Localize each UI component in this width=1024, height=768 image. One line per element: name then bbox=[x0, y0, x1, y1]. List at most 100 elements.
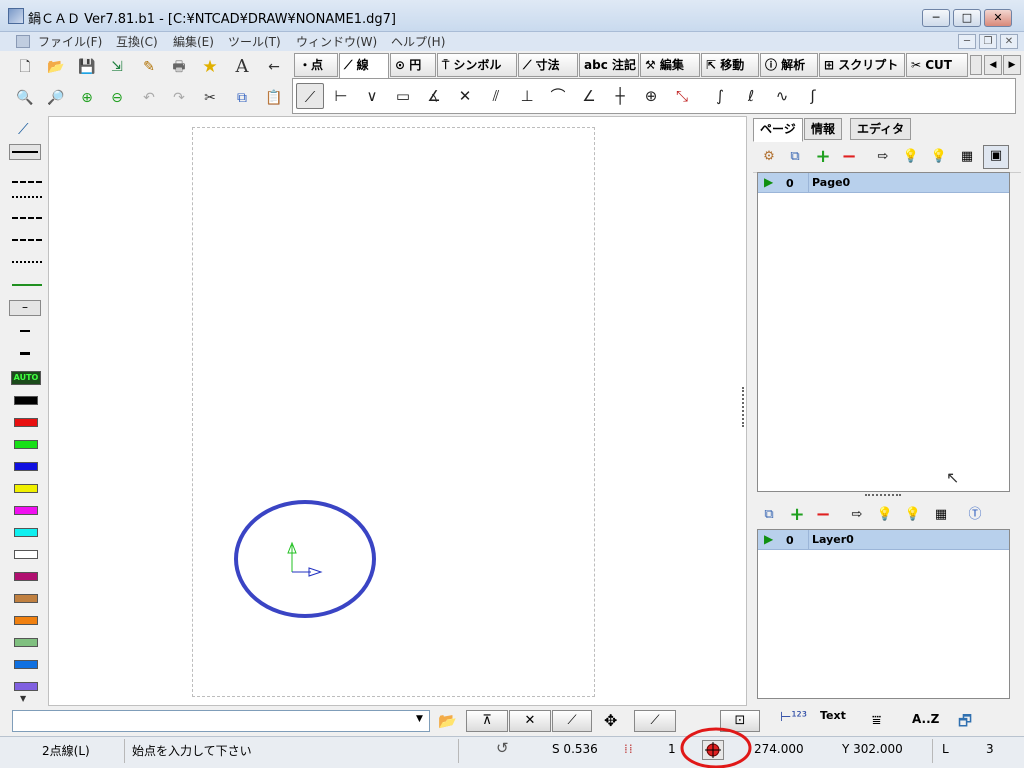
color-swatch[interactable] bbox=[14, 440, 38, 449]
back-arrow-icon[interactable]: ← bbox=[263, 56, 285, 78]
auto-color-button[interactable]: AUTO bbox=[11, 371, 41, 385]
solid-line-style[interactable] bbox=[9, 144, 41, 160]
layer-add-icon[interactable]: + bbox=[787, 505, 807, 525]
tab-edit[interactable]: ⚒ 編集 bbox=[640, 53, 700, 77]
save-icon[interactable]: 💾 bbox=[76, 56, 98, 78]
menu-file[interactable]: ファイル(F) bbox=[38, 33, 102, 50]
palette-scroll-down-icon[interactable]: ▼ bbox=[20, 694, 26, 703]
angle-line-icon[interactable]: ∡ bbox=[420, 83, 448, 109]
color-swatch[interactable] bbox=[14, 682, 38, 691]
tab-overflow[interactable] bbox=[970, 55, 982, 75]
two-point-line-icon[interactable]: ⟋ bbox=[296, 83, 324, 109]
layer-row[interactable]: ▶ 0 Layer0 bbox=[758, 530, 1009, 550]
horizontal-line-icon[interactable]: ⊢ bbox=[327, 83, 355, 109]
tab-script[interactable]: ⊞ スクリプト bbox=[819, 53, 905, 77]
color-swatch[interactable] bbox=[14, 594, 38, 603]
open-folder-icon[interactable]: 📂 bbox=[45, 56, 67, 78]
splitter-grip[interactable] bbox=[742, 387, 744, 427]
color-swatch[interactable] bbox=[14, 484, 38, 493]
menu-compat[interactable]: 互換(C) bbox=[116, 33, 158, 50]
window-icon[interactable]: 🗗 bbox=[958, 711, 972, 736]
rotate-icon[interactable]: ↺ bbox=[496, 739, 509, 757]
blue-circle[interactable] bbox=[234, 500, 376, 618]
mdi-restore-icon[interactable]: ❐ bbox=[979, 34, 997, 49]
page-row[interactable]: ▶ 0 Page0 bbox=[758, 173, 1009, 193]
document-icon[interactable] bbox=[16, 35, 30, 48]
numeric-input-icon[interactable]: ⊢¹²³ bbox=[780, 710, 807, 725]
layer-select-icon[interactable]: ⇨ bbox=[847, 505, 867, 525]
command-folder-icon[interactable]: 📂 bbox=[438, 712, 457, 730]
app-icon[interactable] bbox=[8, 8, 24, 24]
snap-online-icon[interactable]: ⟋ bbox=[634, 710, 676, 732]
centerline-icon[interactable]: ┼ bbox=[606, 83, 634, 109]
color-swatch[interactable] bbox=[14, 462, 38, 471]
color-swatch[interactable] bbox=[14, 638, 38, 647]
page-color-icon[interactable]: ▦ bbox=[957, 147, 977, 167]
color-swatch[interactable] bbox=[14, 396, 38, 405]
dash-dot-dot-line-style[interactable] bbox=[12, 239, 42, 241]
tab-line[interactable]: ⟋ 線 bbox=[339, 53, 389, 79]
cut-icon[interactable]: ✂ bbox=[199, 87, 221, 109]
tab-circle[interactable]: ⊙ 円 bbox=[390, 53, 436, 77]
layer-copy-icon[interactable]: ⧉ bbox=[759, 505, 779, 525]
freehand-icon[interactable]: ʃ bbox=[799, 83, 827, 109]
tab-cut[interactable]: ✂ CUT bbox=[906, 53, 968, 77]
panel-splitter[interactable] bbox=[865, 494, 901, 497]
text-toggle-button[interactable]: Text bbox=[820, 709, 846, 722]
eyedropper-icon[interactable]: ⟋ bbox=[18, 120, 29, 138]
green-line-style[interactable] bbox=[12, 284, 42, 286]
bisector-icon[interactable]: ∠ bbox=[575, 83, 603, 109]
polyline-icon[interactable]: ∨ bbox=[358, 83, 386, 109]
tab-editor[interactable]: エディタ bbox=[850, 118, 912, 140]
color-swatch[interactable] bbox=[14, 550, 38, 559]
import-icon[interactable]: ✎ bbox=[138, 56, 160, 78]
page-hide-all-icon[interactable]: 💡 bbox=[929, 147, 949, 167]
undo-icon[interactable]: ↶ bbox=[138, 87, 160, 109]
command-input[interactable] bbox=[12, 710, 430, 732]
extend-icon[interactable]: ⤡ bbox=[668, 83, 696, 109]
menu-tools[interactable]: ツール(T) bbox=[228, 33, 281, 50]
page-show-all-icon[interactable]: 💡 bbox=[901, 147, 921, 167]
color-swatch[interactable] bbox=[14, 528, 38, 537]
page-properties-icon[interactable]: ⚙ bbox=[759, 147, 779, 167]
layer-color-icon[interactable]: ▦ bbox=[931, 505, 951, 525]
page-select-icon[interactable]: ⇨ bbox=[873, 147, 893, 167]
thick-width-style[interactable] bbox=[20, 352, 30, 355]
mdi-minimize-icon[interactable]: ─ bbox=[958, 34, 976, 49]
title-bar[interactable]: 鍋ＣＡＤ Ver7.81.b1 - [C:¥NTCAD¥DRAW¥NONAME1… bbox=[0, 0, 1024, 32]
grid-icon[interactable]: ⁞⁞ bbox=[624, 742, 634, 756]
sort-button[interactable]: A..Z bbox=[912, 712, 939, 726]
page-copy-icon[interactable]: ⧉ bbox=[785, 147, 805, 167]
print-icon[interactable]: 🖶 bbox=[168, 56, 190, 78]
snap-endpoint-icon[interactable]: ⟋ bbox=[552, 710, 592, 732]
tab-pages[interactable]: ページ bbox=[753, 118, 803, 142]
star-icon[interactable]: ★ bbox=[199, 56, 221, 78]
rectangle-icon[interactable]: ▭ bbox=[389, 83, 417, 109]
minimize-button[interactable]: ─ bbox=[922, 9, 950, 27]
snap-move-icon[interactable]: ✥ bbox=[604, 711, 617, 730]
dotted-line-style[interactable] bbox=[12, 196, 42, 198]
zoom-fit-icon[interactable]: 🔎 bbox=[45, 87, 67, 109]
layer-text-icon[interactable]: Ⓣ bbox=[965, 505, 985, 525]
bezier-icon[interactable]: ℓ bbox=[737, 83, 765, 109]
export-icon[interactable]: ⇲ bbox=[106, 56, 128, 78]
snap-midpoint-icon[interactable]: ⊼ bbox=[466, 710, 508, 732]
page-fit-icon[interactable]: ▣ bbox=[983, 145, 1009, 169]
medium-width-style[interactable] bbox=[20, 330, 30, 332]
curve-icon[interactable]: ∿ bbox=[768, 83, 796, 109]
close-button[interactable]: ✕ bbox=[984, 9, 1012, 27]
mdi-close-icon[interactable]: ✕ bbox=[1000, 34, 1018, 49]
copy-icon[interactable]: ⧉ bbox=[231, 87, 253, 109]
command-dropdown-icon[interactable]: ▼ bbox=[416, 714, 423, 724]
tab-annotation[interactable]: abc 注記 bbox=[579, 53, 639, 77]
menu-help[interactable]: ヘルプ(H) bbox=[391, 33, 445, 50]
menu-window[interactable]: ウィンドウ(W) bbox=[296, 33, 377, 50]
tab-dimension[interactable]: ⟋ 寸法 bbox=[518, 53, 578, 77]
snap-intersection-icon[interactable]: ✕ bbox=[509, 710, 551, 732]
zoom-in-icon[interactable]: ⊕ bbox=[76, 87, 98, 109]
crosshair-icon[interactable]: ⊕ bbox=[637, 83, 665, 109]
tab-analyze[interactable]: ⓘ 解析 bbox=[760, 53, 818, 77]
page-remove-icon[interactable]: − bbox=[839, 147, 859, 167]
dash-dot-line-style[interactable] bbox=[12, 217, 42, 219]
dashed-line-style[interactable] bbox=[12, 181, 42, 183]
